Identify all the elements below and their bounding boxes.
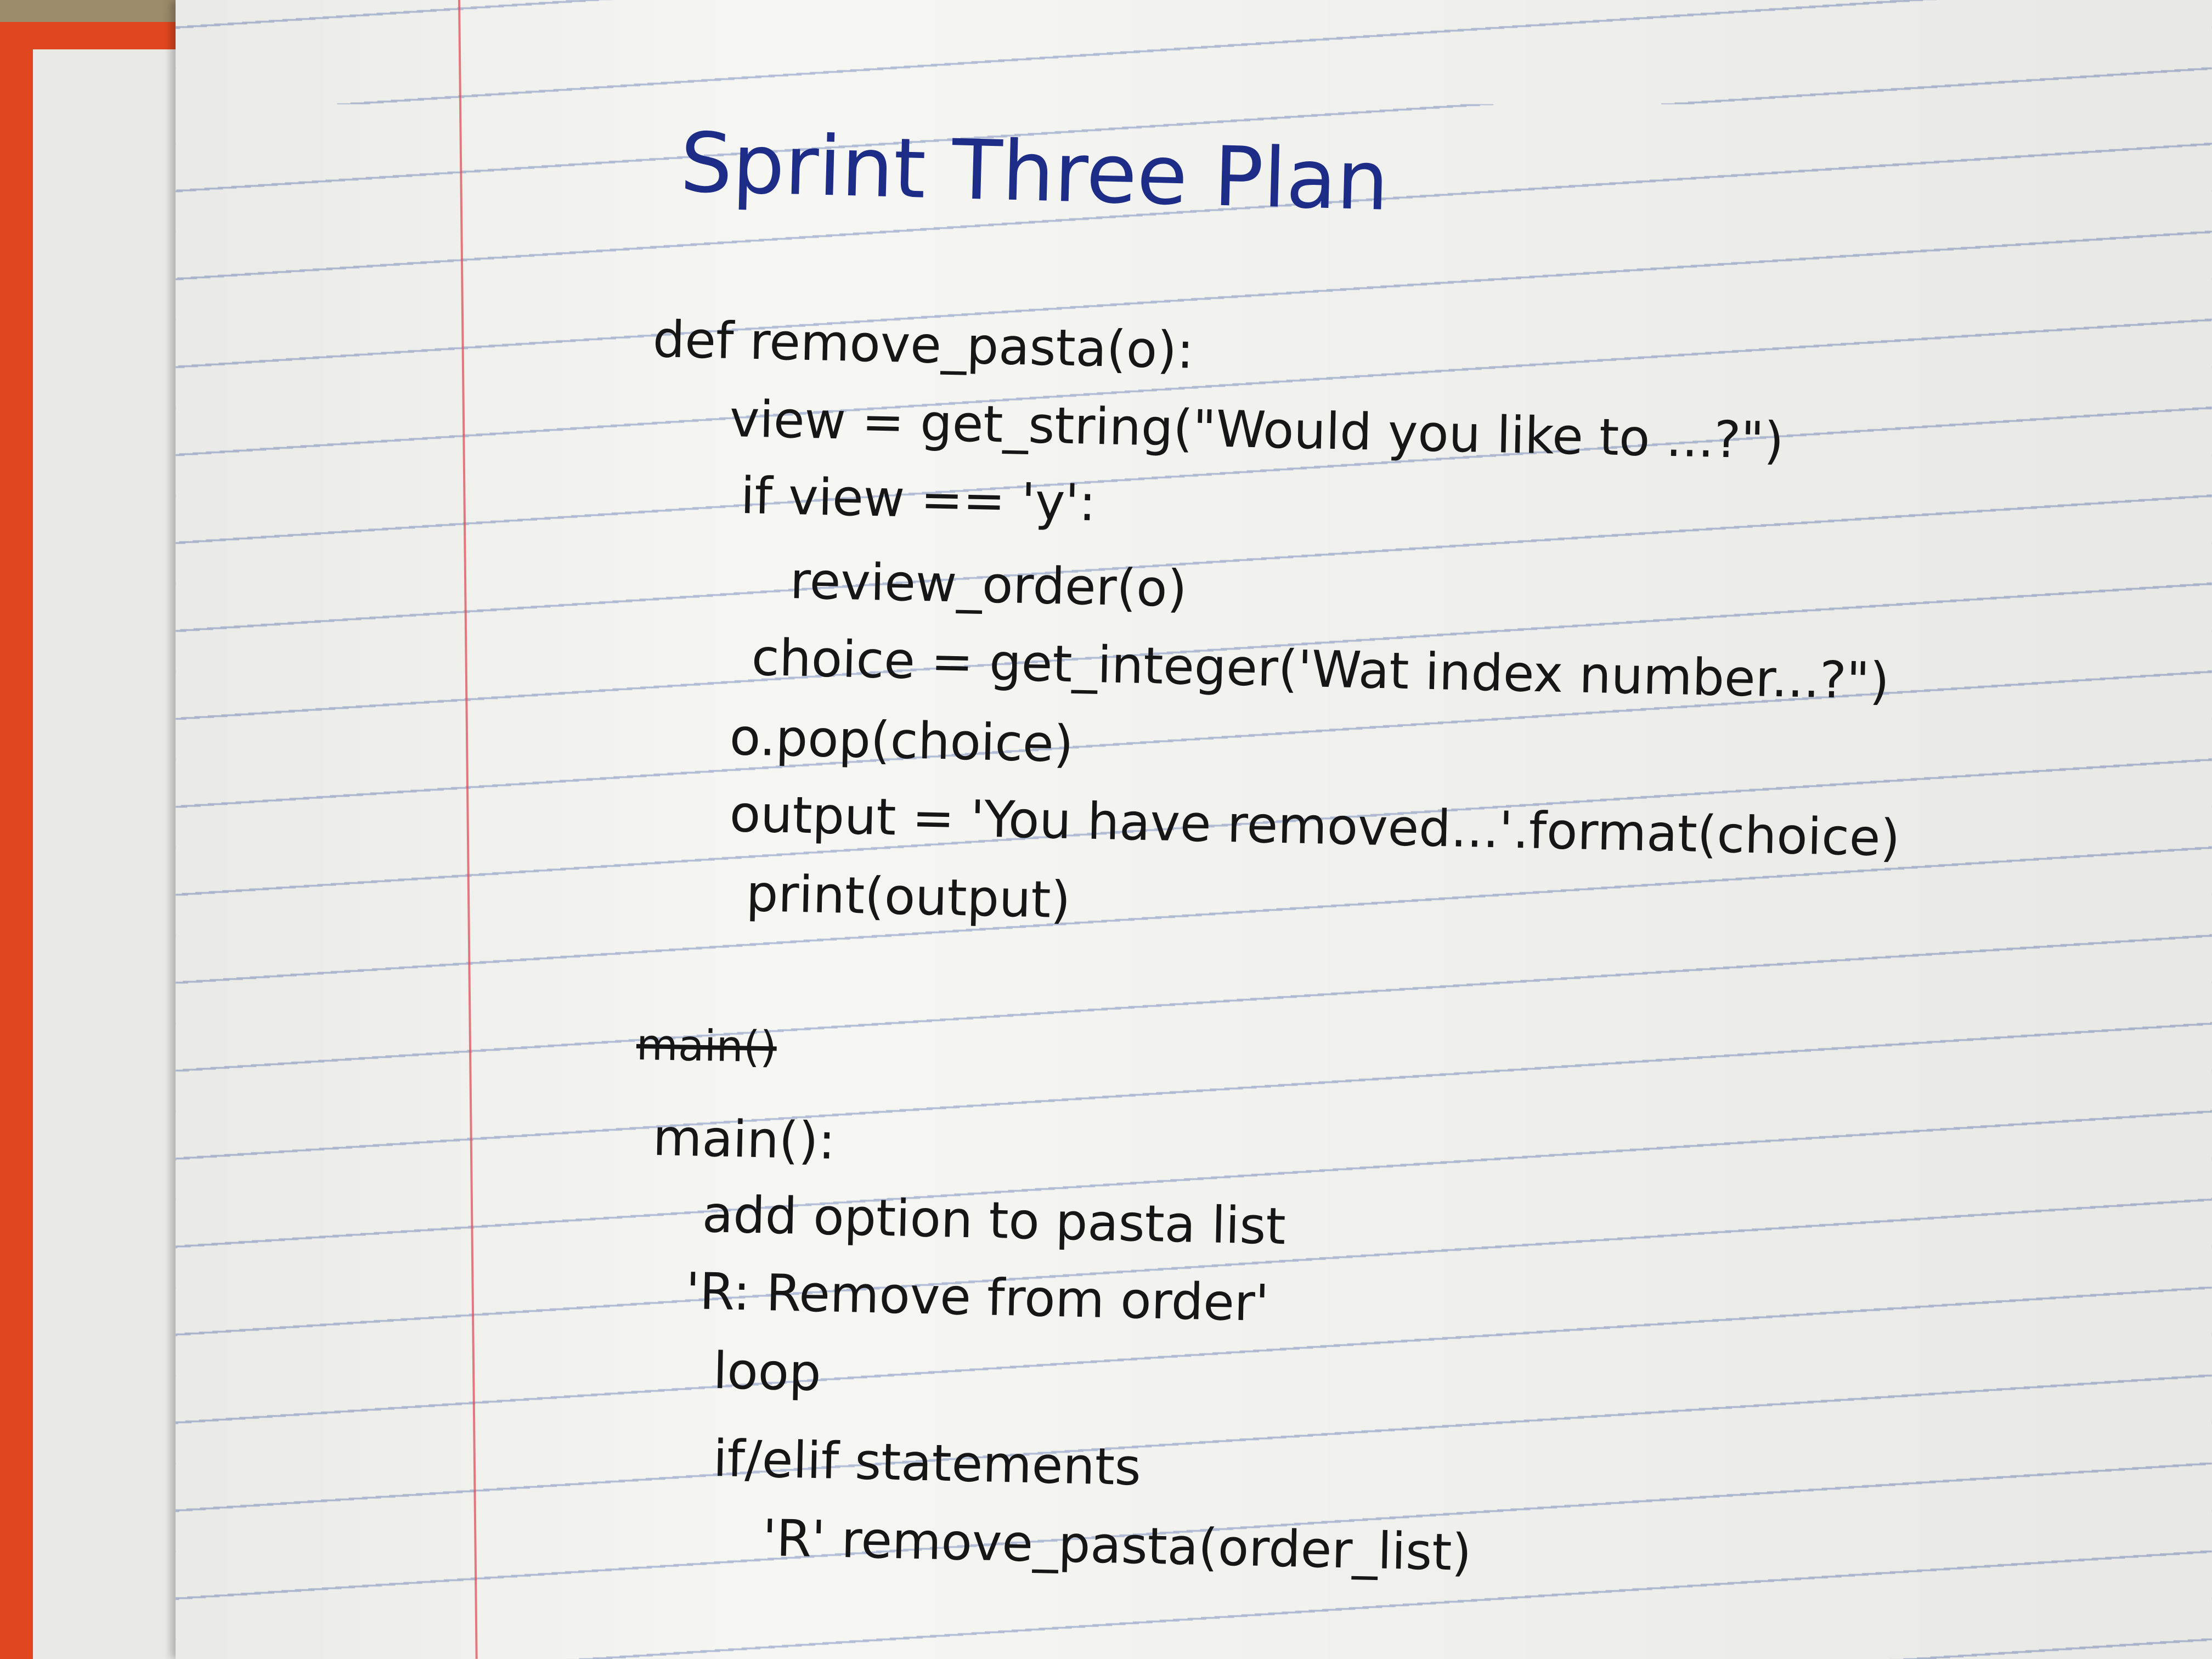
red-margin-line <box>458 0 478 1659</box>
main-header: main(): <box>652 1108 836 1171</box>
code-line-review: review_order(o) <box>789 551 1188 619</box>
code-line-print: print(output) <box>745 864 1071 930</box>
main-line-loop: loop <box>712 1341 822 1403</box>
code-line-pop: o.pop(choice) <box>729 708 1074 774</box>
code-line-choice: choice = get_integer('Wat index number..… <box>751 628 1890 711</box>
struck-out-text: main() <box>636 1020 777 1073</box>
code-line-if: if view == 'y': <box>740 466 1097 533</box>
main-line-if-elif: if/elif statements <box>712 1429 1142 1497</box>
main-line-add-option: add option to pasta list <box>701 1185 1286 1256</box>
code-line-output: output = 'You have removed...'.format(ch… <box>729 785 1901 868</box>
main-line-remove-call: 'R' remove_pasta(order_list) <box>761 1509 1472 1583</box>
page-title: Sprint Three Plan <box>679 115 1390 229</box>
photo-scene: Sprint Three Plan def remove_pasta(o): v… <box>0 0 2212 1659</box>
main-line-remove-option: 'R: Remove from order' <box>685 1262 1270 1333</box>
code-line-view: view = get_string("Would you like to ...… <box>729 390 1785 471</box>
code-line-def: def remove_pasta(o): <box>652 310 1195 380</box>
lined-notebook-page: Sprint Three Plan def remove_pasta(o): v… <box>176 0 2212 1659</box>
